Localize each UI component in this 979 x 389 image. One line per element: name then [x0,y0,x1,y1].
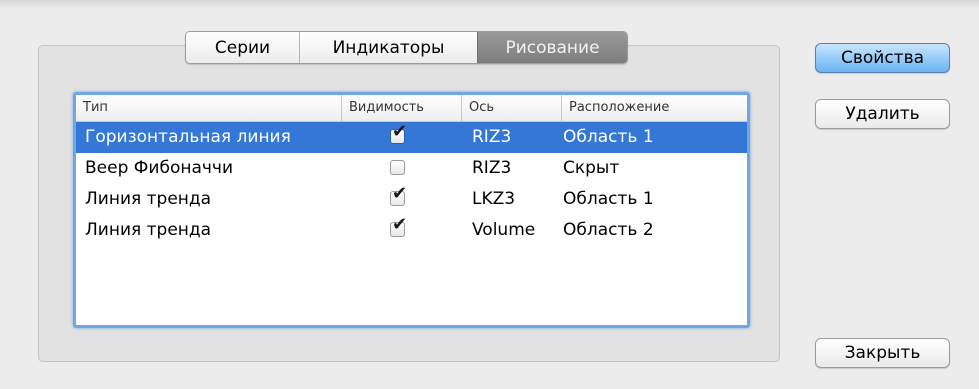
tab-indicators[interactable]: Индикаторы [299,32,477,63]
table-row[interactable]: Веер Фибоначчи RIZ3 Скрыт [76,153,747,184]
checkmark-icon: ✔ [392,183,408,204]
column-header-type[interactable]: Тип [76,95,341,121]
drawings-table[interactable]: Тип Видимость Ось Расположение Горизонта… [73,92,750,328]
table-header: Тип Видимость Ось Расположение [76,95,747,122]
visibility-checkbox[interactable]: ✔ [390,216,407,237]
cell-placement: Область 2 [563,220,654,240]
cell-type: Горизонтальная линия [85,127,291,147]
cell-placement: Скрыт [563,158,620,178]
delete-button[interactable]: Удалить [815,99,950,129]
close-button[interactable]: Закрыть [815,338,950,368]
cell-axis: RIZ3 [472,158,512,178]
cell-axis: RIZ3 [472,127,512,147]
tab-series[interactable]: Серии [186,32,299,63]
table-row[interactable]: Горизонтальная линия ✔ RIZ3 Область 1 [76,122,747,153]
tab-bar: Серии Индикаторы Рисование [185,31,628,64]
properties-button[interactable]: Свойства [815,43,950,73]
tab-drawing[interactable]: Рисование [477,32,627,63]
table-row[interactable]: Линия тренда ✔ LKZ3 Область 1 [76,184,747,215]
cell-axis: Volume [472,220,536,240]
window-top-edge [0,0,979,8]
column-header-axis[interactable]: Ось [461,95,561,121]
cell-visibility: ✔ [341,184,461,215]
column-header-placement[interactable]: Расположение [561,95,747,121]
column-header-visibility[interactable]: Видимость [341,95,461,121]
cell-type: Веер Фибоначчи [85,158,234,178]
cell-visibility: ✔ [341,122,461,153]
cell-type: Линия тренда [85,220,212,240]
cell-visibility [341,153,461,184]
table-row[interactable]: Линия тренда ✔ Volume Область 2 [76,215,747,246]
cell-type: Линия тренда [85,189,212,209]
cell-placement: Область 1 [563,189,654,209]
checkmark-icon: ✔ [392,121,408,142]
visibility-checkbox[interactable]: ✔ [390,123,407,144]
cell-axis: LKZ3 [472,189,516,209]
cell-placement: Область 1 [563,127,654,147]
checkmark-icon: ✔ [392,214,408,235]
visibility-checkbox[interactable] [390,160,405,175]
visibility-checkbox[interactable]: ✔ [390,185,407,206]
cell-visibility: ✔ [341,215,461,246]
